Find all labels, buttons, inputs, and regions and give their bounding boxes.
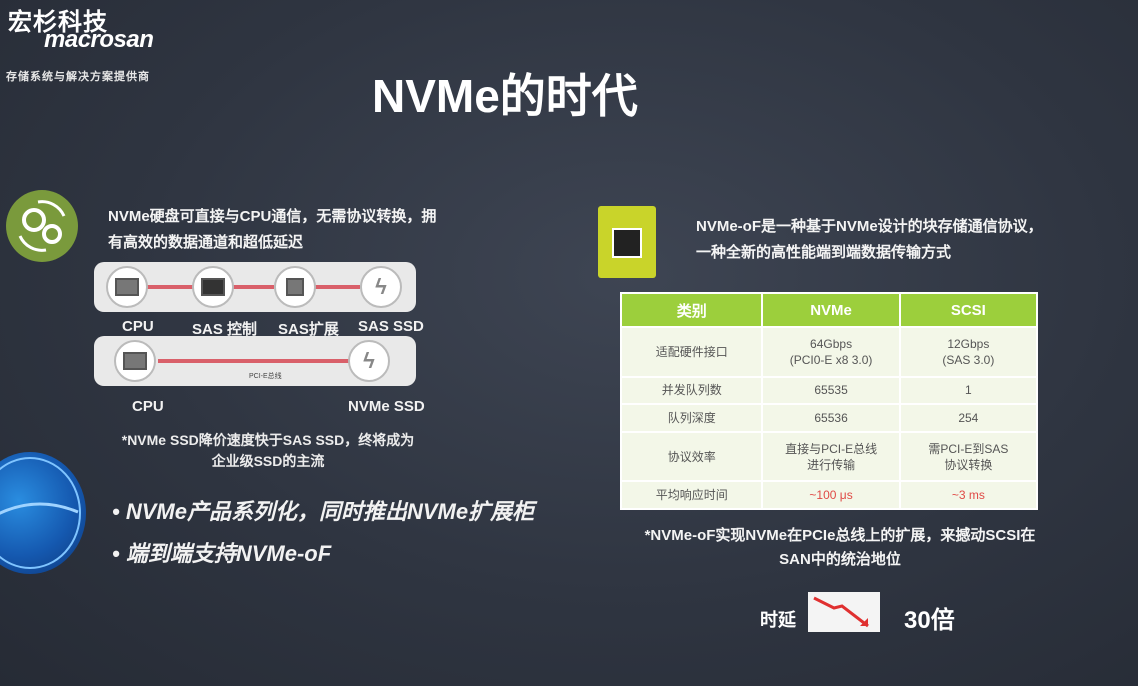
table-cell: 64Gbps (PCI0-E x8 3.0): [761, 326, 901, 378]
table-cell: 254: [898, 403, 1039, 433]
link-line: [314, 285, 360, 289]
path1-label-sas-ssd: SAS SSD: [358, 318, 424, 335]
table-cell: 协议效率: [619, 430, 764, 483]
bolt-icon: ϟ: [375, 274, 387, 299]
table-cell: 1: [898, 375, 1039, 406]
pcie-bus-line: [158, 359, 352, 363]
latency-down-trend-icon: [808, 592, 880, 632]
path2-label-cpu: CPU: [132, 398, 164, 415]
bullet-item: • NVMe产品系列化，同时推出NVMe扩展柜: [112, 499, 535, 524]
logo-tagline: 存储系统与解决方案提供商: [6, 71, 150, 83]
pcie-bus-label: PCI-E总线: [249, 373, 282, 380]
nvme-ssd-node: ϟ: [348, 340, 390, 382]
table-cell: 直接与PCI-E总线 进行传输: [761, 430, 901, 483]
sas-path-diagram: ϟ: [94, 262, 416, 312]
right-footnote: *NVMe-oF实现NVMe在PCIe总线上的扩展，来撼动SCSI在SAN中的统…: [644, 527, 1036, 568]
path1-label-cpu: CPU: [122, 318, 154, 335]
table-row: 适配硬件接口 64Gbps (PCI0-E x8 3.0) 12Gbps (SA…: [619, 326, 1039, 378]
table-row: 协议效率 直接与PCI-E总线 进行传输 需PCI-E到SAS 协议转换: [619, 430, 1039, 483]
table-row: 并发队列数 65535 1: [619, 375, 1039, 406]
bullet-item: • 端到端支持NVMe-oF: [112, 541, 332, 566]
table-header: SCSI: [898, 292, 1039, 328]
sas-controller-node: [192, 266, 234, 308]
table-cell: 65536: [761, 403, 901, 433]
path2-label-nvme-ssd: NVMe SSD: [348, 398, 425, 415]
link-line: [230, 285, 274, 289]
table-cell: 平均响应时间: [619, 480, 764, 510]
expander-chip-icon: [286, 278, 304, 296]
bolt-icon: ϟ: [363, 348, 375, 373]
table-cell: 需PCI-E到SAS 协议转换: [898, 430, 1039, 483]
table-header: NVMe: [761, 292, 901, 328]
nvme-path-diagram: PCI-E总线 ϟ: [94, 336, 416, 386]
logo-brand: macrosan: [44, 26, 154, 53]
bullet-text: 端到端支持NVMe-oF: [125, 541, 332, 566]
sas-ssd-node: ϟ: [360, 266, 402, 308]
left-intro-text: NVMe硬盘可直接与CPU通信，无需协议转换，拥有高效的数据通道和超低延迟: [108, 208, 437, 251]
table-row: 队列深度 65536 254: [619, 403, 1039, 433]
table-cell: 适配硬件接口: [619, 326, 764, 378]
cpu-node: [106, 266, 148, 308]
table-header: 类别: [619, 292, 764, 328]
table-cell: 12Gbps (SAS 3.0): [898, 326, 1039, 378]
link-line: [146, 285, 196, 289]
latency-label: 时延: [760, 610, 796, 630]
slide-title: NVMe的时代: [372, 70, 638, 122]
globe-icon: [0, 452, 86, 574]
gear-icon: [6, 190, 78, 262]
table-cell: 队列深度: [619, 403, 764, 433]
left-footnote: *NVMe SSD降价速度快于SAS SSD，终将成为企业级SSD的主流: [121, 432, 415, 469]
comparison-table: 类别 NVMe SCSI 适配硬件接口 64Gbps (PCI0-E x8 3.…: [619, 292, 1039, 510]
chip-icon: [598, 206, 656, 278]
table-cell: 并发队列数: [619, 375, 764, 406]
table-cell: ~100 μs: [761, 480, 901, 510]
right-intro-text: NVMe-oF是一种基于NVMe设计的块存储通信协议，一种全新的高性能端到端数据…: [696, 218, 1043, 261]
table-cell: ~3 ms: [898, 480, 1039, 510]
table-cell: 65535: [761, 375, 901, 406]
table-row: 平均响应时间 ~100 μs ~3 ms: [619, 480, 1039, 510]
cpu-chip-icon: [123, 352, 147, 370]
bullet-text: NVMe产品系列化，同时推出NVMe扩展柜: [125, 499, 535, 524]
cpu-chip-icon: [115, 278, 139, 296]
cpu-node: [114, 340, 156, 382]
latency-value: 30倍: [904, 607, 955, 634]
controller-chip-icon: [201, 278, 225, 296]
sas-expander-node: [274, 266, 316, 308]
table-header-row: 类别 NVMe SCSI: [619, 292, 1039, 328]
chip-core: [612, 228, 642, 258]
